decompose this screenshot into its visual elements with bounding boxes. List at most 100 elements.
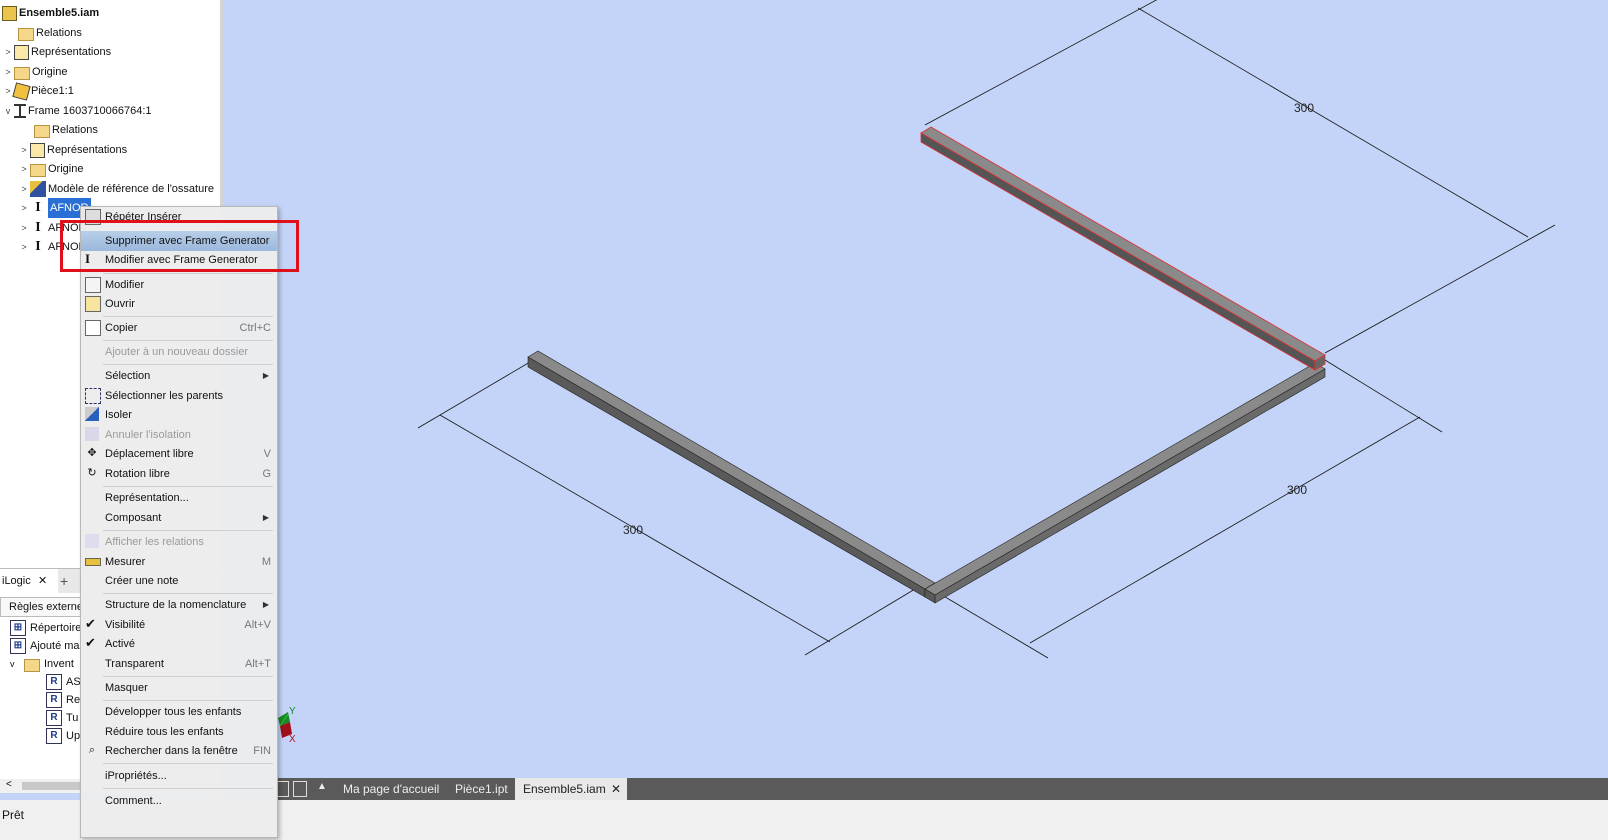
- tree-item-skeleton[interactable]: > Modèle de référence de l'ossature: [18, 179, 214, 199]
- chevron-left-icon[interactable]: <: [6, 779, 12, 790]
- menu-item-create-note[interactable]: Créer une note: [81, 571, 277, 591]
- rule-icon: R: [46, 728, 62, 744]
- rules-item-label: Invent: [44, 658, 74, 670]
- select-parents-icon: [85, 388, 101, 404]
- add-tab-button[interactable]: +: [60, 569, 68, 593]
- menu-separator: [103, 340, 273, 341]
- close-icon[interactable]: ✕: [38, 569, 47, 593]
- close-icon[interactable]: ✕: [611, 778, 621, 800]
- tree-item-label: Origine: [32, 66, 68, 78]
- menu-item-copy[interactable]: Copier Ctrl+C: [81, 318, 277, 338]
- chevron-right-icon[interactable]: >: [2, 42, 14, 62]
- tree-root[interactable]: Ensemble5.iam: [2, 3, 99, 23]
- tree-item-representations[interactable]: > Représentations: [2, 42, 111, 62]
- rule-item[interactable]: R Tu: [46, 709, 78, 727]
- extension-line: [1324, 359, 1443, 433]
- menu-item-visibility[interactable]: ✔ Visibilité Alt+V: [81, 615, 277, 635]
- menu-item-select-parents[interactable]: Sélectionner les parents: [81, 386, 277, 406]
- beam-left: [527, 350, 936, 598]
- chevron-down-icon[interactable]: v: [10, 655, 24, 673]
- dimension-line-right: [1029, 416, 1421, 644]
- menu-item-how-to[interactable]: Comment...: [81, 791, 277, 811]
- menu-item-modify[interactable]: Modifier: [81, 275, 277, 295]
- chevron-down-icon[interactable]: v: [2, 101, 14, 121]
- tree-item-frame-relations[interactable]: Relations: [22, 120, 98, 140]
- chevron-right-icon[interactable]: >: [2, 81, 14, 101]
- rules-item[interactable]: ⊞ Ajouté ma: [10, 637, 80, 655]
- rule-item[interactable]: R Up: [46, 727, 80, 745]
- copy-icon: [85, 320, 101, 336]
- tree-item-relations[interactable]: Relations: [6, 23, 82, 43]
- menu-item-representation[interactable]: Représentation...: [81, 488, 277, 508]
- chevron-right-icon[interactable]: >: [2, 62, 14, 82]
- tab-ilogic-label: iLogic: [2, 575, 31, 587]
- menu-item-measure[interactable]: Mesurer M: [81, 552, 277, 572]
- submenu-arrow-icon: ▶: [262, 600, 269, 609]
- tab-ilogic[interactable]: iLogic ✕: [0, 569, 59, 593]
- dimension-label-top[interactable]: 300: [1294, 101, 1314, 115]
- menu-item-hide[interactable]: Masquer: [81, 678, 277, 698]
- menu-item-free-rotate[interactable]: ↻ Rotation libre G: [81, 464, 277, 484]
- menu-item-collapse-all[interactable]: Réduire tous les enfants: [81, 722, 277, 742]
- menu-item-bom-structure[interactable]: Structure de la nomenclature ▶: [81, 595, 277, 615]
- tab-home-page[interactable]: Ma page d'accueil: [335, 778, 447, 800]
- tree-item-part1[interactable]: > Pièce1:1: [2, 81, 74, 101]
- beam-right: [924, 362, 1326, 604]
- submenu-arrow-icon: ▶: [262, 513, 269, 522]
- menu-item-open[interactable]: Ouvrir: [81, 294, 277, 314]
- chevron-right-icon[interactable]: >: [18, 159, 30, 179]
- menu-separator: [103, 530, 273, 531]
- tab-label: Pièce1.ipt: [455, 782, 508, 796]
- rules-item[interactable]: v Invent: [10, 655, 74, 673]
- rules-item-label: Ajouté ma: [30, 640, 80, 652]
- beam-icon: I: [35, 239, 41, 254]
- rules-item-label: Répertoire: [30, 622, 82, 634]
- chevron-right-icon[interactable]: >: [18, 237, 30, 257]
- menu-item-selection[interactable]: Sélection ▶: [81, 366, 277, 386]
- scrollbar-thumb[interactable]: [22, 782, 82, 790]
- menu-item-find-in-window[interactable]: ⌕ Rechercher dans la fenêtre FIN: [81, 741, 277, 761]
- dimension-label-left[interactable]: 300: [623, 523, 643, 537]
- menu-item-undo-isolate[interactable]: Annuler l'isolation: [81, 425, 277, 445]
- chevron-right-icon[interactable]: >: [18, 218, 30, 238]
- beam-icon: I: [35, 200, 41, 215]
- menu-item-iproperties[interactable]: iPropriétés...: [81, 766, 277, 786]
- measure-icon: [85, 558, 101, 566]
- tab-part1[interactable]: Pièce1.ipt: [447, 778, 516, 800]
- chevron-right-icon[interactable]: >: [18, 140, 30, 160]
- menu-item-show-relations[interactable]: Afficher les relations: [81, 532, 277, 552]
- tab-external-rules[interactable]: Règles externe: [0, 597, 90, 617]
- tree-item-label: Relations: [36, 27, 82, 39]
- beam-icon: I: [35, 220, 41, 235]
- tree-item-label: Origine: [48, 163, 84, 175]
- split-view-icon[interactable]: [293, 781, 307, 797]
- tree-item-label: Représentations: [47, 144, 128, 156]
- rules-item[interactable]: ⊞ Répertoire: [10, 619, 81, 637]
- tree-item-origin[interactable]: > Origine: [2, 62, 67, 82]
- tree-root-label: Ensemble5.iam: [19, 7, 100, 19]
- menu-separator: [103, 316, 273, 317]
- menu-item-enabled[interactable]: ✔ Activé: [81, 634, 277, 654]
- chevron-right-icon[interactable]: >: [18, 198, 30, 218]
- menu-item-isolate[interactable]: Isoler: [81, 405, 277, 425]
- tree-item-label: Modèle de référence de l'ossature: [48, 183, 214, 195]
- menu-item-free-move[interactable]: ✥ Déplacement libre V: [81, 444, 277, 464]
- tree-item-frame-origin[interactable]: > Origine: [18, 159, 83, 179]
- rule-item[interactable]: R AS: [46, 673, 81, 691]
- dimension-line-top: [1137, 7, 1529, 238]
- menu-item-expand-all[interactable]: Développer tous les enfants: [81, 702, 277, 722]
- menu-item-component[interactable]: Composant ▶: [81, 508, 277, 528]
- isolate-icon: [85, 407, 99, 421]
- chevron-right-icon[interactable]: >: [18, 179, 30, 199]
- chevron-up-icon[interactable]: ▲: [317, 781, 327, 792]
- menu-item-transparent[interactable]: Transparent Alt+T: [81, 654, 277, 674]
- tree-item-frame-representations[interactable]: > Représentations: [18, 140, 127, 160]
- rule-item[interactable]: R Re: [46, 691, 80, 709]
- rule-item-label: Re: [66, 694, 81, 706]
- dimension-label-right[interactable]: 300: [1287, 483, 1307, 497]
- part-icon: [12, 81, 31, 101]
- rule-item-label: Tu: [66, 712, 79, 724]
- menu-item-add-to-folder[interactable]: Ajouter à un nouveau dossier: [81, 342, 277, 362]
- tab-ensemble5[interactable]: Ensemble5.iam ✕: [515, 778, 627, 800]
- tree-item-frame[interactable]: v Frame 1603710066764:1: [2, 101, 152, 121]
